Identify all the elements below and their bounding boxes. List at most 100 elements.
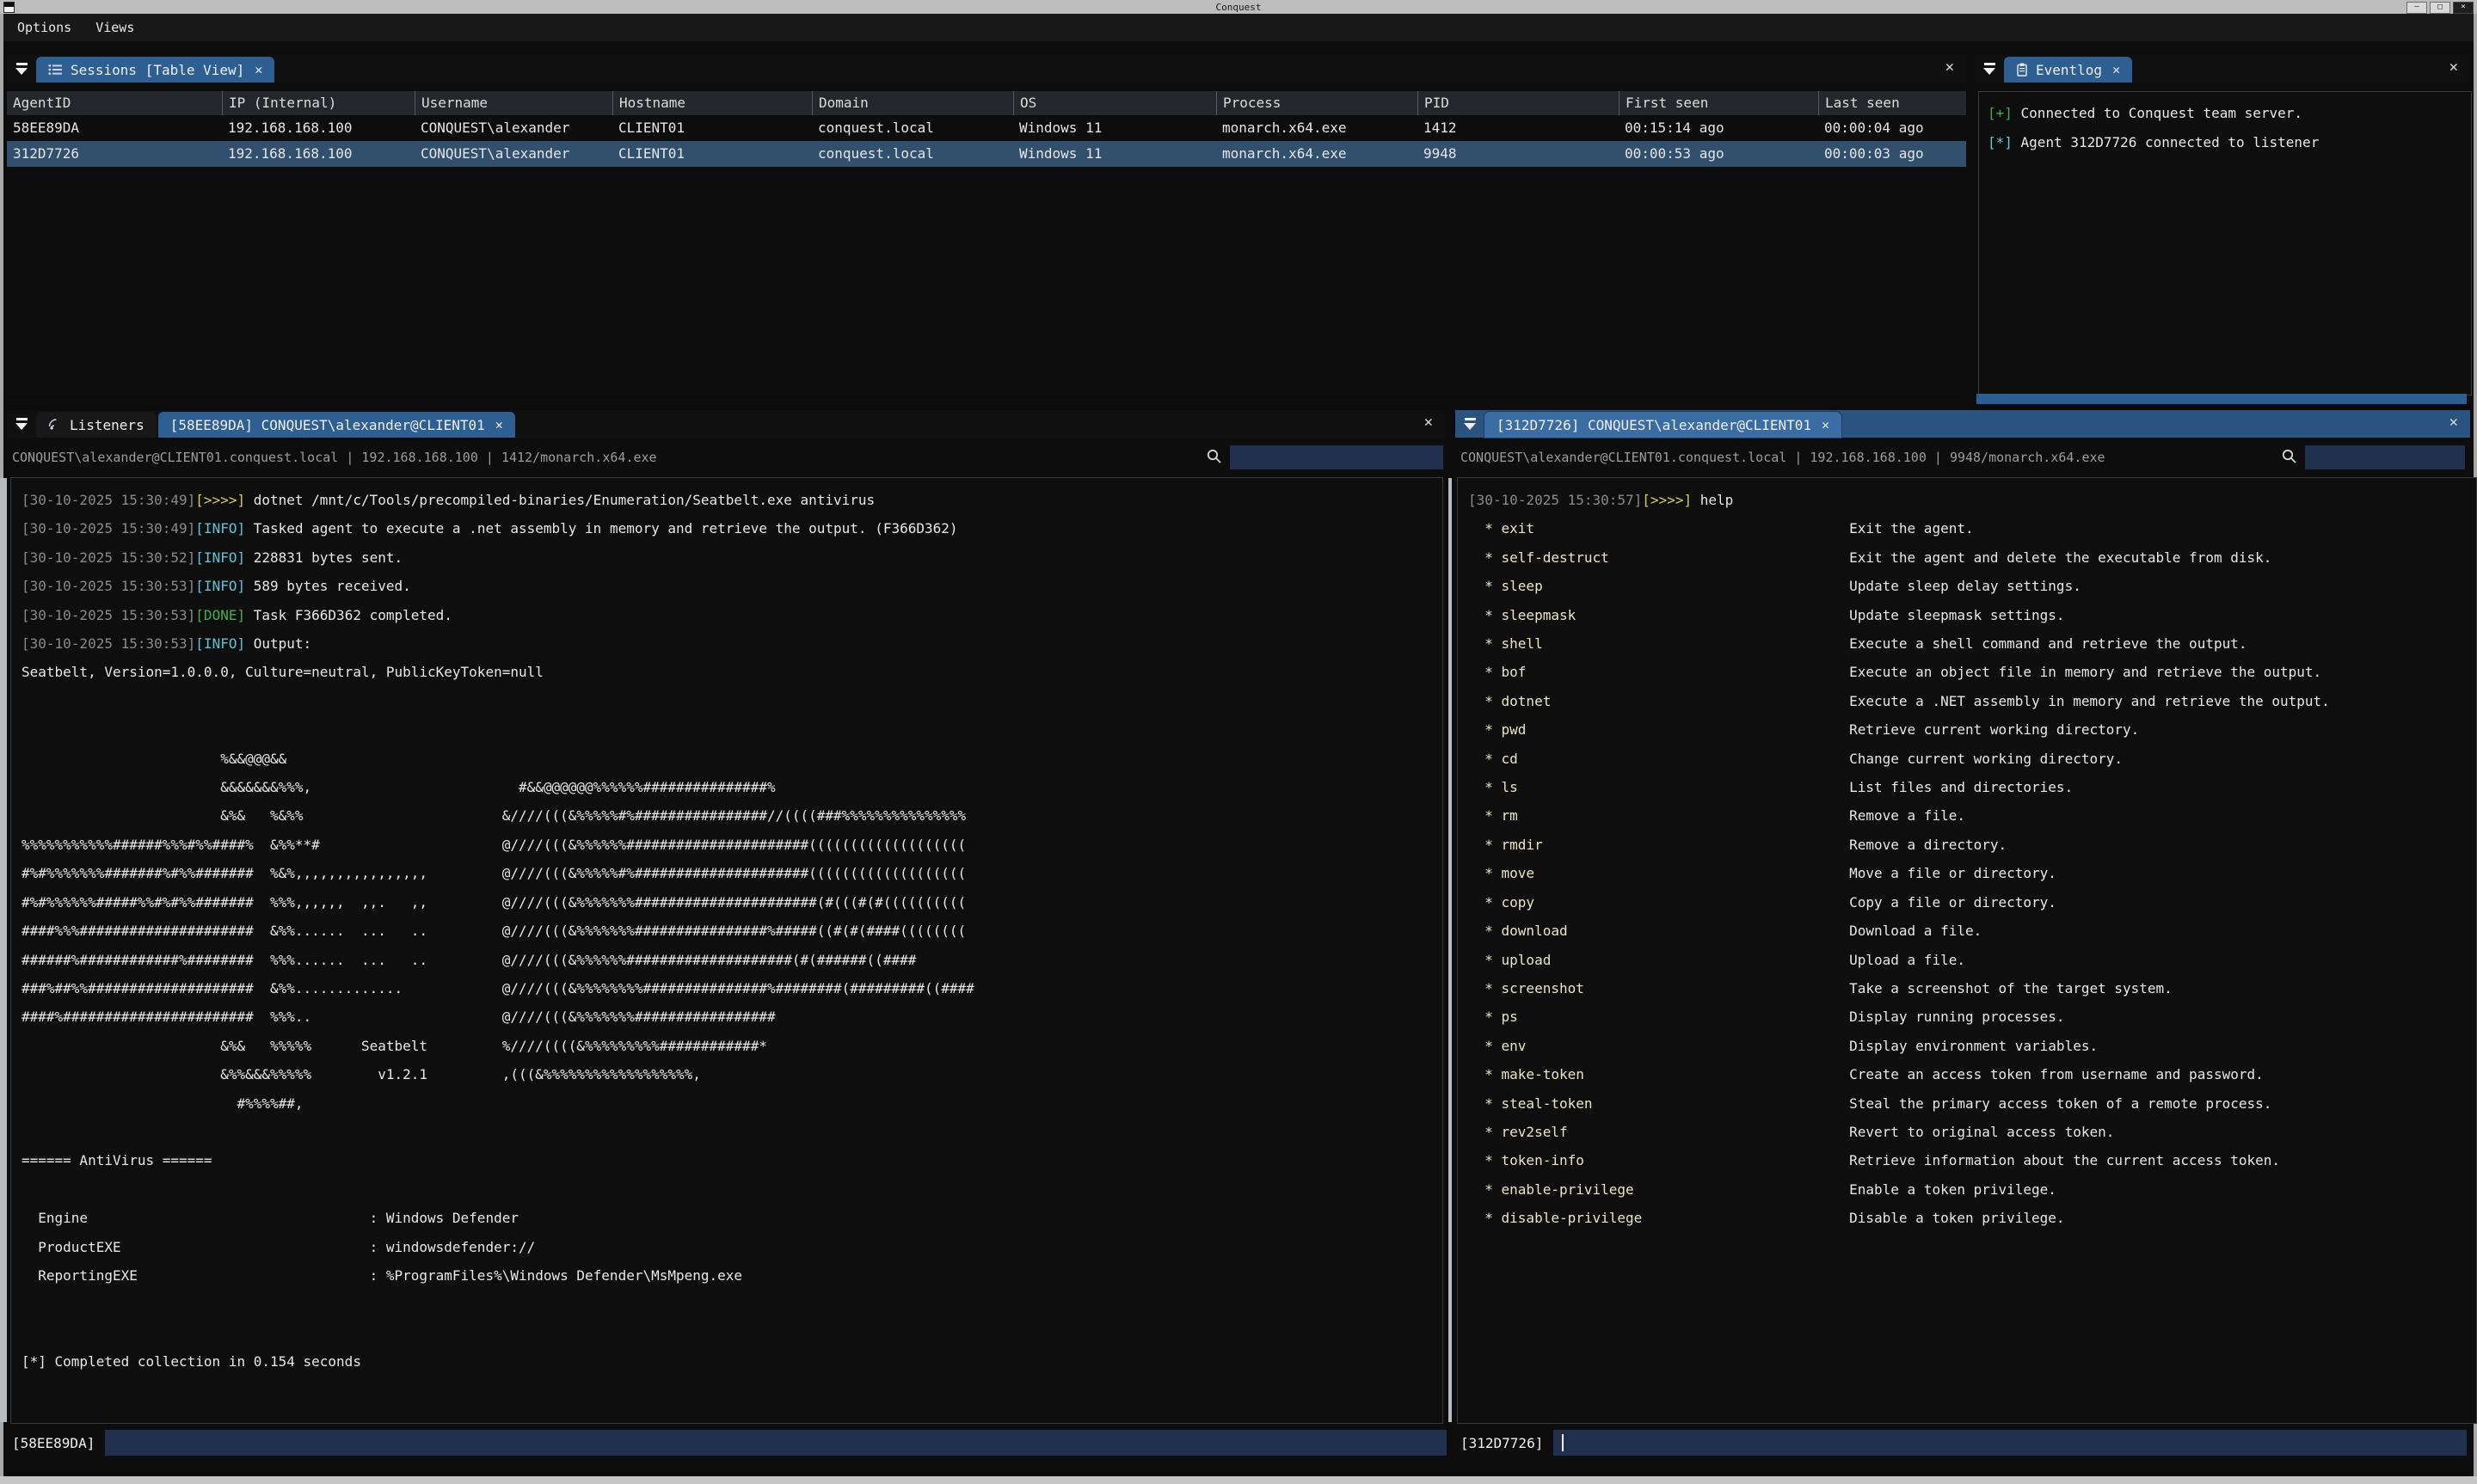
agent-312D7726-panel: [312D7726] CONQUEST\alexander@CLIENT01 ✕… bbox=[1455, 410, 2470, 1459]
table-row[interactable]: 58EE89DA192.168.168.100CONQUEST\alexande… bbox=[7, 115, 1966, 141]
console-line: #%#%%%%%%%#######%#%%####### %&%,,,,,,,,… bbox=[22, 859, 1442, 887]
console-line: * shell Execute a shell command and retr… bbox=[1468, 629, 2476, 658]
column-header[interactable]: Domain bbox=[812, 91, 1013, 115]
console-line: * rmdir Remove a directory. bbox=[1468, 831, 2476, 859]
tab-eventlog-label: Eventlog bbox=[2036, 62, 2102, 78]
agent-context-status: CONQUEST\alexander@CLIENT01.conquest.loc… bbox=[1460, 445, 2105, 470]
tab-close-icon[interactable]: ✕ bbox=[255, 62, 262, 77]
collapse-panel-icon[interactable] bbox=[1455, 410, 1484, 438]
tab-listeners[interactable]: Listeners bbox=[36, 412, 157, 438]
menu-bar: Options Views bbox=[3, 14, 2474, 41]
collapse-panel-icon[interactable] bbox=[1975, 55, 2004, 83]
agent-58EE89DA-panel: Listeners [58EE89DA] CONQUEST\alexander@… bbox=[7, 410, 1445, 1459]
tab-close-icon[interactable]: ✕ bbox=[2112, 62, 2120, 77]
column-header[interactable]: Username bbox=[415, 91, 612, 115]
panel-close-icon[interactable]: ✕ bbox=[1424, 414, 1433, 431]
tab-agent-312D7726[interactable]: [312D7726] CONQUEST\alexander@CLIENT01 ✕ bbox=[1484, 412, 1841, 438]
command-input[interactable] bbox=[105, 1430, 1447, 1456]
left-console-tabbar: Listeners [58EE89DA] CONQUEST\alexander@… bbox=[7, 410, 1445, 438]
menu-views[interactable]: Views bbox=[95, 20, 134, 35]
column-header[interactable]: Process bbox=[1216, 91, 1417, 115]
console-line: Seatbelt, Version=1.0.0.0, Culture=neutr… bbox=[22, 658, 1442, 686]
column-header[interactable]: Hostname bbox=[612, 91, 812, 115]
console-line: * cd Change current working directory. bbox=[1468, 745, 2476, 773]
console-line: [30-10-2025 15:30:53][DONE] Task F366D36… bbox=[22, 601, 1442, 629]
console-line: [+] Connected to Conquest team server. bbox=[1988, 99, 2471, 128]
close-window-button[interactable]: × bbox=[2453, 2, 2474, 14]
table-cell: 00:00:03 ago bbox=[1818, 141, 1966, 167]
left-console-scrollbar[interactable] bbox=[0, 478, 7, 1422]
table-cell: 00:15:14 ago bbox=[1619, 115, 1818, 141]
console-line: #%#%%%%%%#####%%#%#%%####### %%%,,,,,, ,… bbox=[22, 888, 1442, 917]
collapse-panel-icon[interactable] bbox=[7, 55, 36, 83]
table-cell: 192.168.168.100 bbox=[222, 115, 415, 141]
table-cell: Windows 11 bbox=[1013, 141, 1216, 167]
console-line: ####%####################### %%%.. @////… bbox=[22, 1003, 1442, 1031]
tab-close-icon[interactable]: ✕ bbox=[1822, 417, 1829, 432]
table-cell: 00:00:04 ago bbox=[1818, 115, 1966, 141]
table-row[interactable]: 312D7726192.168.168.100CONQUEST\alexande… bbox=[7, 141, 1966, 167]
column-header[interactable]: Last seen bbox=[1818, 91, 1966, 115]
prompt-label: [58EE89DA] bbox=[12, 1435, 105, 1451]
tab-agent-58EE89DA[interactable]: [58EE89DA] CONQUEST\alexander@CLIENT01 ✕ bbox=[158, 412, 515, 438]
eventlog-horizontal-scrollbar[interactable] bbox=[1976, 394, 2467, 404]
menu-options[interactable]: Options bbox=[17, 20, 71, 35]
search-icon bbox=[1206, 448, 1223, 465]
console-line: [30-10-2025 15:30:57][>>>>] help bbox=[1468, 486, 2476, 514]
table-cell: 58EE89DA bbox=[7, 115, 222, 141]
search-input[interactable] bbox=[2305, 445, 2465, 469]
sessions-tabbar: Sessions [Table View] ✕ ✕ bbox=[7, 55, 1966, 83]
column-header[interactable]: AgentID bbox=[7, 91, 222, 115]
tab-sessions-label: Sessions [Table View] bbox=[71, 62, 244, 78]
panel-close-icon[interactable]: ✕ bbox=[2449, 414, 2458, 431]
tab-sessions[interactable]: Sessions [Table View] ✕ bbox=[36, 57, 274, 83]
console-line: &%& %&%% &////(((&%%%%%#%###############… bbox=[22, 801, 1442, 830]
console-line: * move Move a file or directory. bbox=[1468, 859, 2476, 887]
sessions-table-head: AgentIDIP (Internal)UsernameHostnameDoma… bbox=[7, 91, 1966, 115]
eventlog-panel: Eventlog ✕ ✕ [+] Connected to Conquest t… bbox=[1975, 55, 2470, 396]
column-header[interactable]: IP (Internal) bbox=[222, 91, 415, 115]
maximize-button[interactable]: □ bbox=[2430, 2, 2450, 14]
command-input[interactable] bbox=[1553, 1430, 2467, 1456]
console-line: * self-destruct Exit the agent and delet… bbox=[1468, 543, 2476, 572]
console-line: * sleep Update sleep delay settings. bbox=[1468, 572, 2476, 600]
console-line: * sleepmask Update sleepmask settings. bbox=[1468, 601, 2476, 629]
column-header[interactable]: OS bbox=[1013, 91, 1216, 115]
table-cell: 9948 bbox=[1417, 141, 1619, 167]
panel-close-icon[interactable]: ✕ bbox=[1945, 58, 1954, 76]
table-cell: CLIENT01 bbox=[612, 115, 812, 141]
console-line: %&&@@@&& bbox=[22, 745, 1442, 773]
console-line: &%& %%%%% Seatbelt %////((((&%%%%%%%%%##… bbox=[22, 1032, 1442, 1060]
console-line: * env Display environment variables. bbox=[1468, 1032, 2476, 1060]
console-line: * pwd Retrieve current working directory… bbox=[1468, 715, 2476, 744]
console-line bbox=[22, 1290, 1442, 1318]
signal-icon bbox=[48, 418, 62, 432]
console-line: ####%%%##################### &%%...... .… bbox=[22, 917, 1442, 945]
conquest-window: Conquest – □ × Options Views Sessions [T… bbox=[0, 0, 2477, 1484]
tab-eventlog[interactable]: Eventlog ✕ bbox=[2004, 57, 2132, 83]
collapse-panel-icon[interactable] bbox=[7, 410, 36, 438]
console-line: * rm Remove a file. bbox=[1468, 801, 2476, 830]
table-cell: monarch.x64.exe bbox=[1216, 115, 1417, 141]
tab-close-icon[interactable]: ✕ bbox=[495, 417, 503, 432]
window-title: Conquest bbox=[1216, 2, 1262, 13]
search-input[interactable] bbox=[1230, 445, 1443, 469]
right-console-scrollbar[interactable] bbox=[1448, 478, 1452, 1422]
console-line: ProductEXE : windowsdefender:// bbox=[22, 1233, 1442, 1261]
column-header[interactable]: PID bbox=[1417, 91, 1619, 115]
minimize-button[interactable]: – bbox=[2406, 2, 2427, 14]
panel-close-icon[interactable]: ✕ bbox=[2449, 58, 2458, 76]
table-cell: CLIENT01 bbox=[612, 141, 812, 167]
window-menu-icon[interactable] bbox=[3, 2, 15, 13]
agent-context-status: CONQUEST\alexander@CLIENT01.conquest.loc… bbox=[12, 445, 657, 470]
console-line: [*] Agent 312D7726 connected to listener bbox=[1988, 128, 2471, 157]
console-line: * ps Display running processes. bbox=[1468, 1003, 2476, 1031]
console-line: * download Download a file. bbox=[1468, 917, 2476, 945]
table-cell: 00:00:53 ago bbox=[1619, 141, 1818, 167]
console-line: [30-10-2025 15:30:53][INFO] Output: bbox=[22, 629, 1442, 658]
sessions-table-body: 58EE89DA192.168.168.100CONQUEST\alexande… bbox=[7, 115, 1966, 167]
console-line: [30-10-2025 15:30:49][>>>>] dotnet /mnt/… bbox=[22, 486, 1442, 514]
console-line bbox=[22, 715, 1442, 744]
column-header[interactable]: First seen bbox=[1619, 91, 1818, 115]
console-line: * screenshot Take a screenshot of the ta… bbox=[1468, 974, 2476, 1003]
